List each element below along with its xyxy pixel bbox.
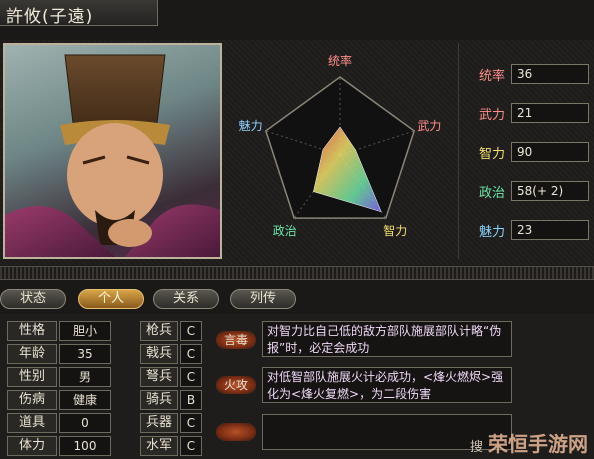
aptitude-navy: 水军 C: [140, 436, 202, 456]
info-value: 0: [59, 413, 111, 433]
aptitude-label: 枪兵: [140, 321, 178, 341]
info-label: 性别: [7, 367, 57, 387]
stat-label: 政治: [479, 186, 506, 201]
radar-label-command: 统率: [328, 53, 352, 68]
tab-relations[interactable]: 关系: [153, 289, 219, 309]
stat-row-politics: 政治 58(+ 2): [471, 181, 591, 201]
stat-radar-chart: 统率 武力 智力 政治 魅力: [228, 43, 453, 259]
skill-description: 对智力比自己低的敌方部队施展部队计略“伪报”时，必定会成功: [262, 321, 512, 357]
info-label: 性格: [7, 321, 57, 341]
stat-value: 21: [511, 103, 589, 123]
radar-svg: 统率 武力 智力 政治 魅力: [239, 53, 442, 238]
character-name: 許攸(子遠): [6, 7, 94, 27]
stat-label: 魅力: [479, 225, 506, 240]
tab-personal[interactable]: 个人: [78, 289, 144, 309]
info-row-personality: 性格 胆小: [7, 321, 111, 341]
radar-label-war: 武力: [417, 119, 441, 133]
aptitude-rank: C: [180, 436, 202, 456]
aptitude-label: 水军: [140, 436, 178, 456]
section-divider: [0, 266, 594, 280]
stat-row-command: 统率 36: [471, 64, 591, 84]
info-label: 伤病: [7, 390, 57, 410]
stat-label: 武力: [479, 108, 506, 123]
skill-name-badge[interactable]: 言毒: [216, 331, 256, 349]
aptitude-cavalry: 骑兵 B: [140, 390, 202, 410]
stat-row-war: 武力 21: [471, 103, 591, 123]
portrait-image: [5, 54, 220, 257]
stat-value: 23: [511, 220, 589, 240]
info-label: 体力: [7, 436, 57, 456]
aptitude-siege: 兵器 C: [140, 413, 202, 433]
info-label: 道具: [7, 413, 57, 433]
aptitude-rank: C: [180, 367, 202, 387]
info-row-gender: 性别 男: [7, 367, 111, 387]
skill-name-badge-empty[interactable]: [216, 423, 256, 441]
character-name-bar: 許攸(子遠): [0, 0, 158, 27]
aptitude-label: 戟兵: [140, 344, 178, 364]
aptitude-spear: 枪兵 C: [140, 321, 202, 341]
stat-value: 90: [511, 142, 589, 162]
stat-label: 统率: [479, 69, 506, 84]
skill-description: 对低智部队施展火计必成功，<烽火燃烬>强化为<烽火复燃>，为二段伤害: [262, 367, 512, 403]
info-row-items: 道具 0: [7, 413, 111, 433]
tab-status[interactable]: 状态: [0, 289, 66, 309]
aptitude-label: 骑兵: [140, 390, 178, 410]
aptitude-halberd: 戟兵 C: [140, 344, 202, 364]
info-value: 男: [59, 367, 111, 387]
stat-label: 智力: [479, 147, 506, 162]
radar-label-charm: 魅力: [239, 118, 263, 133]
stat-row-charm: 魅力 23: [471, 220, 591, 240]
info-row-age: 年龄 35: [7, 344, 111, 364]
info-row-stamina: 体力 100: [7, 436, 111, 456]
tab-biography[interactable]: 列传: [230, 289, 296, 309]
info-value: 胆小: [59, 321, 111, 341]
stat-row-intel: 智力 90: [471, 142, 591, 162]
watermark-logo: 荣恒手游网: [488, 432, 588, 456]
aptitude-label: 弩兵: [140, 367, 178, 387]
aptitude-rank: C: [180, 344, 202, 364]
stats-panel: 统率 36 武力 21 智力 90 政治 58(+ 2) 魅力 23: [458, 43, 594, 259]
radar-label-politics: 政治: [273, 224, 297, 238]
aptitude-rank: C: [180, 321, 202, 341]
info-value: 健康: [59, 390, 111, 410]
info-row-injury: 伤病 健康: [7, 390, 111, 410]
character-portrait: [3, 43, 222, 259]
radar-label-intel: 智力: [383, 223, 407, 238]
aptitude-crossbow: 弩兵 C: [140, 367, 202, 387]
stat-value: 36: [511, 64, 589, 84]
aptitude-rank: B: [180, 390, 202, 410]
aptitude-rank: C: [180, 413, 202, 433]
info-value: 35: [59, 344, 111, 364]
stat-value: 58(+ 2): [511, 181, 589, 201]
skill-name-badge[interactable]: 火攻: [216, 376, 256, 394]
watermark-prefix: 搜: [470, 440, 484, 455]
info-value: 100: [59, 436, 111, 456]
aptitude-label: 兵器: [140, 413, 178, 433]
info-label: 年龄: [7, 344, 57, 364]
